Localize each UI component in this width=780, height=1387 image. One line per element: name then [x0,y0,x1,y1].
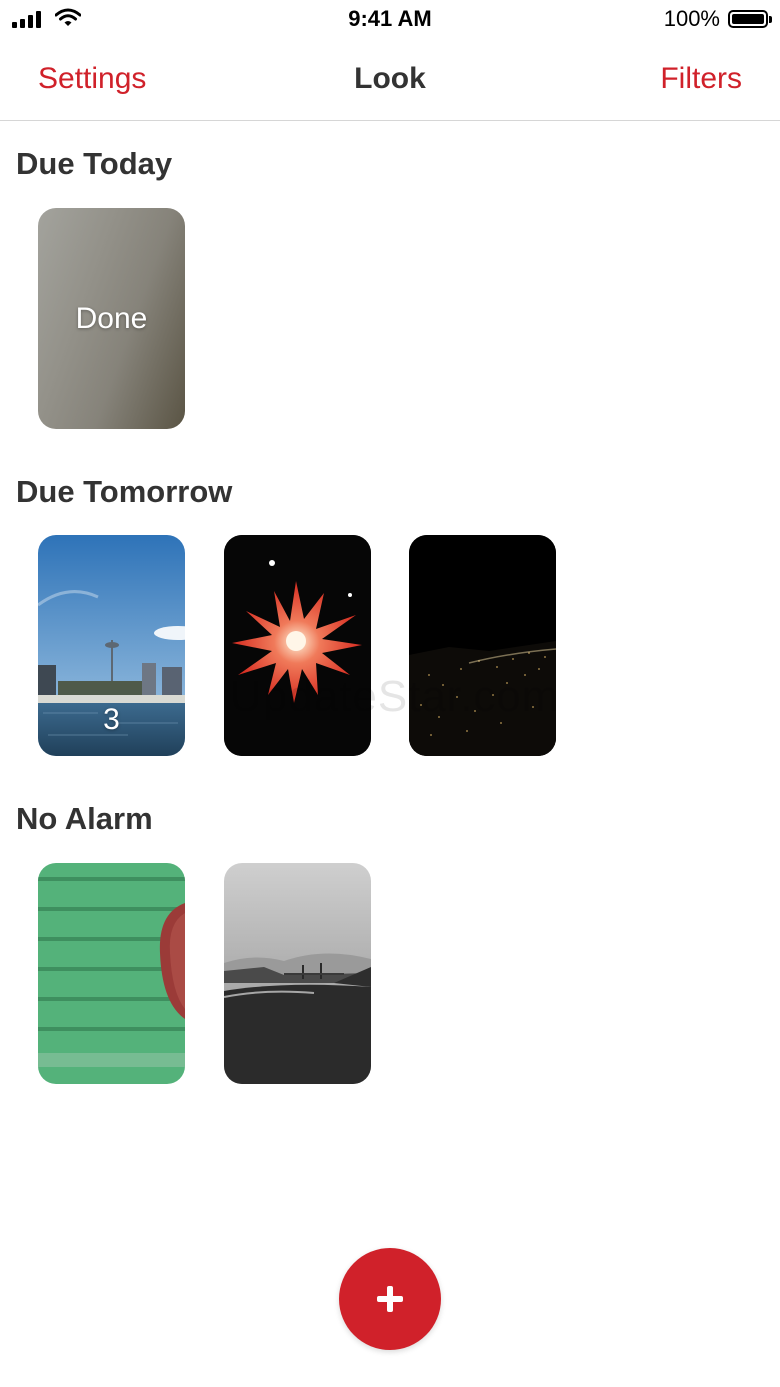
green-wall-photo [38,863,185,1084]
firework-photo [224,535,371,756]
card-label: 3 [103,703,120,736]
status-right: 100% [663,6,772,32]
photo-card[interactable]: 3 [38,535,185,756]
watermark: UpdateStar.com [230,672,560,721]
section-title-due-tomorrow: Due Tomorrow [16,474,233,509]
navigation-bar: Settings Look Filters [0,40,780,121]
status-bar: 9:41 AM 100% [0,0,780,40]
section-title-no-alarm: No Alarm [16,801,153,836]
card-label: Done [75,302,148,335]
battery-icon [728,10,772,28]
photo-card[interactable] [38,863,185,1084]
photo-card[interactable] [224,863,371,1084]
section-title-due-today: Due Today [16,146,173,181]
plus-icon [377,1286,403,1312]
night-city-photo [409,535,556,756]
photo-card[interactable]: Done [38,208,185,429]
photo-card[interactable] [409,535,556,756]
add-button[interactable] [339,1248,441,1350]
filters-button[interactable]: Filters [660,62,742,96]
golden-gate-bw-photo [224,863,371,1084]
battery-percent: 100% [663,6,720,31]
photo-card[interactable] [224,535,371,756]
